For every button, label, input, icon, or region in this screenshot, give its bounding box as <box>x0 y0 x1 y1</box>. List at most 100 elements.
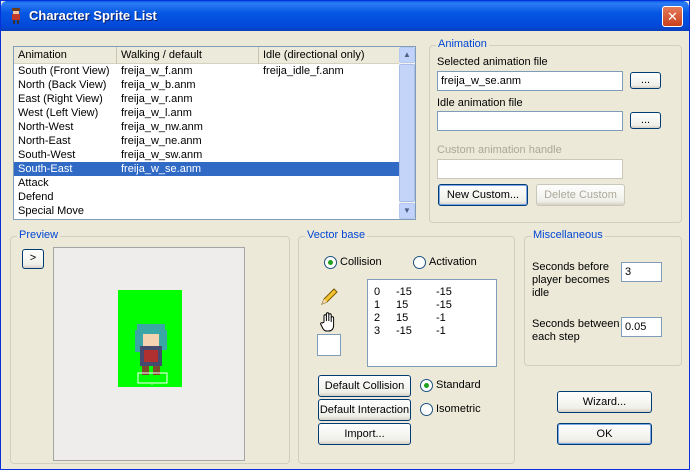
scroll-thumb[interactable] <box>399 64 415 202</box>
scroll-down-button[interactable]: ▼ <box>399 203 415 219</box>
point-y: -1 <box>436 325 446 337</box>
collision-label: Collision <box>340 256 382 268</box>
cell-animation: Defend <box>18 191 54 203</box>
idle-seconds-label: Seconds before player becomes idle <box>532 261 610 299</box>
wizard-button[interactable]: Wizard... <box>557 391 652 413</box>
cell-idle: freija_idle_f.anm <box>263 65 344 77</box>
table-row[interactable]: South-West freija_w_sw.anm <box>14 148 399 162</box>
activation-radio[interactable] <box>413 256 426 269</box>
preview-group-title: Preview <box>17 229 61 241</box>
point-x: -15 <box>396 286 412 298</box>
idle-file-field[interactable] <box>437 111 623 131</box>
character-sprite-icon <box>12 8 20 24</box>
collision-radio[interactable] <box>324 256 337 269</box>
cell-animation: West (Left View) <box>18 107 99 119</box>
animation-list[interactable]: Animation Walking / default Idle (direct… <box>13 46 416 220</box>
idle-seconds-field[interactable]: 3 <box>621 262 662 282</box>
table-row[interactable]: South-East freija_w_se.anm <box>14 162 399 176</box>
point-y: -15 <box>436 299 452 311</box>
scroll-up-button[interactable]: ▲ <box>399 47 415 63</box>
point-index: 3 <box>374 325 381 337</box>
cell-walking: freija_w_ne.anm <box>121 135 202 147</box>
dialog-window: Character Sprite List ✕ Animation Walkin… <box>0 0 690 470</box>
cell-animation: South-West <box>18 149 76 161</box>
activation-label: Activation <box>429 256 477 268</box>
pencil-icon <box>321 288 338 305</box>
point-x: -15 <box>396 325 412 337</box>
cell-walking: freija_w_sw.anm <box>121 149 203 161</box>
list-body: South (Front View) freija_w_f.anm freija_i… <box>14 64 399 219</box>
cell-animation: East (Right View) <box>18 93 103 105</box>
isometric-radio[interactable] <box>420 403 433 416</box>
browse-selected-button[interactable]: ... <box>630 72 661 89</box>
ok-button[interactable]: OK <box>557 423 652 445</box>
table-row[interactable]: Defend <box>14 190 399 204</box>
character-sprite <box>135 324 168 387</box>
animation-group-title: Animation <box>436 38 489 50</box>
point-x: 15 <box>396 312 409 324</box>
close-button[interactable]: ✕ <box>662 6 683 27</box>
custom-handle-label: Custom animation handle <box>437 144 562 156</box>
cell-animation: South (Front View) <box>18 65 110 77</box>
new-custom-button[interactable]: New Custom... <box>438 184 528 206</box>
table-row[interactable]: Special Move <box>14 204 399 218</box>
dialog-client: Animation Walking / default Idle (direct… <box>5 31 686 467</box>
close-icon: ✕ <box>667 9 678 24</box>
vector-point-list[interactable]: 0 -15 -15 1 15 -15 2 15 -1 3 -15 -1 <box>367 279 497 367</box>
column-header-animation[interactable]: Animation <box>14 47 117 64</box>
browse-idle-button[interactable]: ... <box>630 112 661 129</box>
miscellaneous-group: Miscellaneous <box>524 229 682 366</box>
cell-animation: North-East <box>18 135 71 147</box>
table-row[interactable]: South (Front View) freija_w_f.anm freija_i… <box>14 64 399 78</box>
color-swatch[interactable] <box>317 334 341 356</box>
point-index: 2 <box>374 312 381 324</box>
table-row[interactable]: North-West freija_w_nw.anm <box>14 120 399 134</box>
cell-animation: North (Back View) <box>18 79 107 91</box>
hand-tool-button[interactable] <box>317 311 341 333</box>
selected-file-field[interactable]: freija_w_se.anm <box>437 71 623 91</box>
table-row[interactable]: Attack <box>14 176 399 190</box>
default-collision-button[interactable]: Default Collision <box>318 375 411 397</box>
column-header-walking[interactable]: Walking / default <box>117 47 259 64</box>
point-y: -15 <box>436 286 452 298</box>
table-row[interactable]: East (Right View) freija_w_r.anm <box>14 92 399 106</box>
table-row[interactable]: North (Back View) freija_w_b.anm <box>14 78 399 92</box>
table-row[interactable]: North-East freija_w_ne.anm <box>14 134 399 148</box>
step-seconds-label: Seconds between each step <box>532 318 620 343</box>
custom-handle-field[interactable] <box>437 159 623 179</box>
pencil-tool-button[interactable] <box>317 286 341 308</box>
animation-group: Animation Selected animation file freija… <box>429 38 682 223</box>
sprite-frame <box>118 290 182 387</box>
step-seconds-field[interactable]: 0.05 <box>621 317 662 337</box>
cell-walking: freija_w_b.anm <box>121 79 196 91</box>
cell-animation: Attack <box>18 177 49 189</box>
isometric-label: Isometric <box>436 403 481 415</box>
list-header: Animation Walking / default Idle (direct… <box>14 47 399 64</box>
standard-label: Standard <box>436 379 481 391</box>
default-interaction-button[interactable]: Default Interaction <box>318 399 411 421</box>
cell-walking: freija_w_f.anm <box>121 65 193 77</box>
title-bar[interactable]: Character Sprite List ✕ <box>1 1 689 31</box>
list-scrollbar[interactable]: ▲ ▼ <box>399 47 415 219</box>
window-title: Character Sprite List <box>29 8 157 23</box>
vector-base-group-title: Vector base <box>305 229 368 241</box>
cell-animation: North-West <box>18 121 74 133</box>
column-header-idle[interactable]: Idle (directional only) <box>259 47 399 64</box>
cell-walking: freija_w_l.anm <box>121 107 192 119</box>
play-preview-button[interactable]: > <box>22 249 44 269</box>
hand-icon <box>320 312 335 332</box>
point-y: -1 <box>436 312 446 324</box>
delete-custom-button[interactable]: Delete Custom <box>536 184 625 206</box>
cell-animation: South-East <box>18 163 73 175</box>
point-x: 15 <box>396 299 409 311</box>
selected-file-label: Selected animation file <box>437 56 548 68</box>
point-index: 1 <box>374 299 381 311</box>
cell-walking: freija_w_r.anm <box>121 93 193 105</box>
cell-animation: Special Move <box>18 205 85 217</box>
miscellaneous-group-title: Miscellaneous <box>531 229 605 241</box>
table-row[interactable]: West (Left View) freija_w_l.anm <box>14 106 399 120</box>
standard-radio[interactable] <box>420 379 433 392</box>
import-button[interactable]: Import... <box>318 423 411 445</box>
cell-walking: freija_w_nw.anm <box>121 121 203 133</box>
idle-file-label: Idle animation file <box>437 97 523 109</box>
